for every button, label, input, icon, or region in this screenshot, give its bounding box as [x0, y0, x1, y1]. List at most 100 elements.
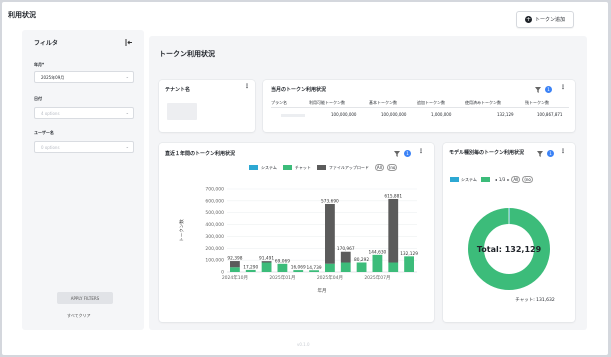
x-tick-label: 2024年10月: [222, 274, 248, 281]
table-cell-used: 132,129: [497, 112, 514, 117]
year-month-select[interactable]: 2025年09月 ⌄: [34, 71, 134, 83]
bar-segment-chat[interactable]: [261, 262, 272, 272]
usage-table: プラン名 利用可能トークン数 基本トークン数 追加トークン数 使用済みトークン数…: [271, 100, 569, 126]
donut-slice-label: チャット: 131,632: [515, 297, 555, 303]
bar-segment-chat[interactable]: [356, 262, 367, 272]
bar-data-label: 91,491: [259, 256, 274, 262]
table-cell-additional: 1,000,000: [431, 112, 452, 117]
add-token-button[interactable]: + トークン追加: [516, 11, 574, 28]
bar-data-label: 80,292: [354, 257, 369, 263]
bar-segment-file[interactable]: [325, 203, 335, 264]
bar-data-label: 170,967: [337, 246, 355, 252]
plus-circle-icon: +: [524, 16, 532, 23]
collapse-sidebar-icon[interactable]: [124, 37, 134, 47]
legend-pager: 1/3: [498, 177, 506, 182]
legend-swatch-file: [316, 165, 326, 170]
legend-label-file[interactable]: ファイルアップロード: [329, 165, 369, 171]
filter-count-badge: 1: [404, 150, 411, 157]
model-usage-card: モデル種別毎のトークン利用状況 1 ⋮ システム ◂ 1/3 ▸ All (no…: [443, 143, 575, 322]
tenant-title: テナント名: [165, 87, 191, 93]
legend-swatch-system: [249, 165, 258, 170]
table-cell-remaining: 100,867,871: [537, 112, 563, 117]
table-cell-base: 100,000,000: [381, 112, 407, 117]
pager-next-icon[interactable]: ▸: [507, 177, 509, 182]
legend-label-system[interactable]: システム: [461, 177, 477, 183]
filter-icon[interactable]: [534, 86, 542, 93]
x-tick-label: 2025年07月: [364, 274, 390, 281]
chart-legend: システム チャット ファイルアップロード All (no: [249, 164, 398, 171]
date-select[interactable]: 4 options ⌄: [34, 107, 134, 119]
y-tick-label: 200,000: [205, 246, 224, 252]
bar-segment-file[interactable]: [230, 261, 240, 268]
legend-all-toggle[interactable]: All: [374, 164, 384, 171]
more-vert-icon[interactable]: ⋮: [560, 148, 566, 155]
filter-icon[interactable]: [393, 150, 401, 157]
x-tick-label: 2025年01月: [269, 274, 295, 281]
x-axis-title: 年月: [318, 287, 327, 294]
table-cell-available: 100,000,000: [331, 112, 357, 117]
y-tick-label: 400,000: [205, 222, 224, 228]
filter-sidebar: フィルタ 年月* 2025年09月 ⌄ 日付 4 options ⌄ ユーザー名…: [22, 30, 144, 330]
more-vert-icon[interactable]: ⋮: [244, 83, 250, 90]
yearly-usage-card: 直近１年間のトークン利用状況 1 ⋮ システム チャット ファイルアップロード …: [159, 143, 434, 322]
chevron-down-icon: ⌄: [125, 144, 129, 149]
filter-count-badge: 1: [545, 86, 552, 93]
monthly-usage-title: 当月のトークン利用状況: [271, 87, 327, 93]
more-vert-icon[interactable]: ⋮: [418, 148, 424, 155]
monthly-usage-card: 当月のトークン利用状況 1 ⋮ プラン名 利用可能トークン数 基本トークン数 追…: [263, 80, 575, 132]
legend-swatch-system: [450, 177, 459, 182]
table-divider: [271, 107, 569, 108]
legend-swatch-chat: [480, 177, 490, 182]
bar-segment-chat[interactable]: [230, 267, 240, 272]
user-select[interactable]: 0 options ⌄: [34, 141, 134, 153]
clear-all-link[interactable]: すべてクリア: [67, 313, 91, 319]
bar-segment-chat[interactable]: [340, 262, 351, 272]
table-header-remaining: 残トークン数: [525, 100, 549, 105]
yearly-usage-title: 直近１年間のトークン利用状況: [165, 151, 236, 157]
bar-segment-file[interactable]: [340, 251, 351, 263]
legend-label-chat[interactable]: チャット: [295, 165, 311, 171]
legend-label-system[interactable]: システム: [261, 165, 277, 171]
y-tick-label: 300,000: [205, 234, 224, 240]
tenant-name-placeholder: [167, 103, 197, 120]
date-placeholder: 4 options: [41, 111, 60, 116]
more-vert-icon[interactable]: ⋮: [560, 84, 566, 91]
bar-segment-chat[interactable]: [325, 263, 335, 272]
bar-segment-file[interactable]: [388, 198, 399, 263]
bar-segment-chat[interactable]: [372, 254, 383, 272]
table-header-available: 利用可能トークン数: [309, 100, 345, 105]
donut-total-label: Total: 132,129: [477, 245, 542, 254]
legend-all-toggle[interactable]: All: [511, 176, 521, 183]
table-header-used: 使用済みトークン数: [465, 100, 501, 105]
apply-filters-button[interactable]: APPLY FILTERS: [57, 292, 113, 304]
bar-data-label: 615,881: [384, 193, 402, 199]
y-axis-title: トークン数: [178, 219, 185, 242]
filter-icon[interactable]: [536, 150, 544, 157]
x-tick-label: 2025年04月: [317, 274, 343, 281]
bar-data-label: 69,069: [275, 258, 290, 264]
pager-prev-icon[interactable]: ◂: [495, 177, 497, 182]
bar-data-label: 144,630: [369, 249, 387, 255]
bar-segment-chat[interactable]: [404, 256, 414, 272]
bar-segment-chat[interactable]: [277, 263, 288, 272]
legend-swatch-chat: [282, 165, 292, 170]
bar-data-label: 17,290: [243, 264, 258, 270]
yearly-bar-chart: 0 100,000 200,000 300,000 400,000 500,000 600,…: [178, 187, 418, 295]
bar-data-label: 16,069: [291, 265, 306, 271]
donut-legend: システム ◂ 1/3 ▸ All (no: [450, 176, 533, 183]
y-tick-label: 0: [221, 270, 224, 276]
legend-none-toggle[interactable]: (no: [386, 164, 398, 171]
date-label: 日付: [34, 96, 42, 101]
table-header-plan: プラン名: [271, 100, 287, 105]
filter-title: フィルタ: [34, 40, 58, 47]
bar-data-label: 132,129: [400, 251, 418, 257]
legend-none-toggle[interactable]: (no: [522, 176, 533, 183]
y-tick-label: 700,000: [205, 187, 224, 193]
plan-name-placeholder: [281, 114, 305, 117]
table-header-additional: 追加トークン数: [417, 100, 445, 105]
section-title: トークン利用状況: [159, 50, 215, 58]
bar-segment-chat[interactable]: [388, 262, 399, 272]
user-placeholder: 0 options: [41, 145, 60, 150]
bar-data-label: 14,739: [307, 265, 322, 271]
y-tick-label: 600,000: [205, 198, 224, 204]
